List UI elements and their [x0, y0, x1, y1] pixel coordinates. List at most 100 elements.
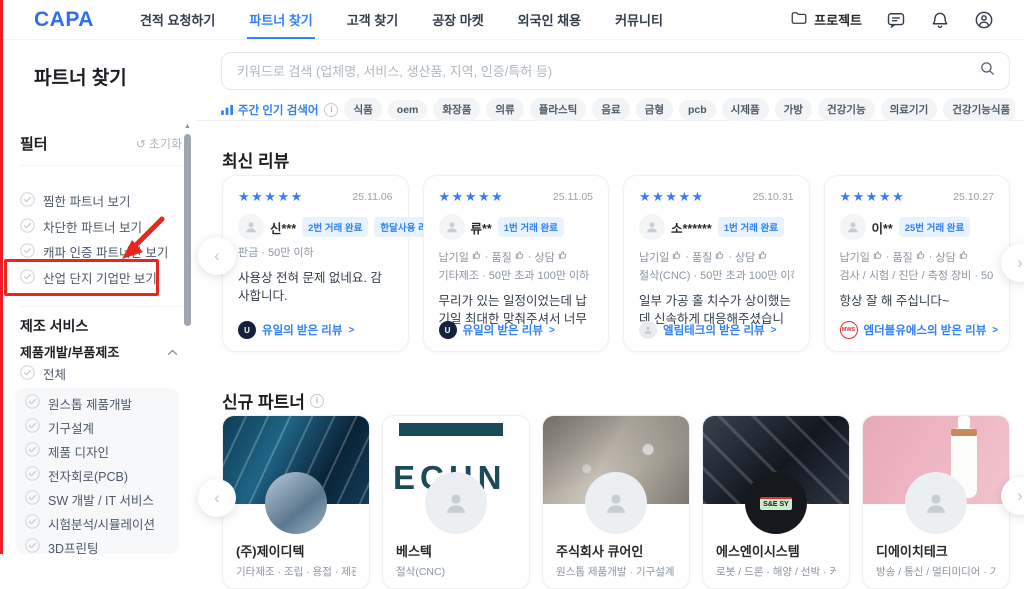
partner-services: 원스톱 제품개발 · 기구설계 · 시험분: [556, 564, 676, 579]
subcategory-item-5[interactable]: 시험분석/시뮬레이션: [25, 511, 179, 535]
filter-reset-button[interactable]: ↺ 초기화: [136, 135, 182, 152]
filter-checkbox-all[interactable]: 전체: [20, 364, 66, 383]
keyword-pill-4[interactable]: 플라스틱: [530, 98, 587, 121]
review-card-2: ★★★★★25.10.31 소******1번 거래 완료납기일 · 품질 · 상…: [623, 175, 810, 352]
scrollbar-up-arrow[interactable]: ▲: [184, 123, 191, 130]
nav-item-0[interactable]: 견적 요청하기: [140, 0, 215, 39]
circle-check-icon: [25, 514, 40, 532]
search-input[interactable]: [235, 63, 979, 80]
notifications-button[interactable]: [930, 10, 950, 30]
review-badge-0: 1번 거래 완료: [498, 217, 564, 237]
chat-icon: [886, 10, 906, 30]
subcategory-item-0[interactable]: 원스톱 제품개발: [25, 391, 179, 415]
partner-card-2[interactable]: 주식회사 큐어인원스톱 제품개발 · 기구설계 · 시험분: [542, 415, 690, 589]
rating-categories: 납기일 · 품질 · 상담: [639, 250, 794, 263]
trending-chart-icon: [221, 104, 234, 115]
reviewer-name: 류**: [471, 218, 492, 237]
annotation-arrow: [110, 214, 170, 268]
partner-link-label: 유일의 받은 리뷰: [262, 322, 342, 338]
messages-button[interactable]: [886, 10, 906, 30]
partner-name: 베스텍: [396, 541, 516, 560]
keyword-pill-5[interactable]: 음료: [592, 98, 629, 121]
partner-name: 에스엔이시스템: [716, 541, 836, 560]
review-card-3: ★★★★★25.10.27이**25번 거래 완료납기일 · 품질 · 상담검사…: [824, 175, 1011, 352]
capa-logo[interactable]: CAPA: [34, 8, 94, 32]
separator: ·: [929, 251, 933, 263]
reviewer-name: 소******: [671, 218, 712, 237]
partner-card-3[interactable]: S&E SY에스엔이시스템로봇 / 드론 · 해양 / 선박 · 커팅 · 기계: [702, 415, 850, 589]
review-meta: 판금 · 50만 이하: [238, 244, 393, 260]
rating-categories: 납기일 · 품질 · 상담: [439, 250, 594, 263]
reviewer-avatar: [439, 214, 465, 240]
nav-item-5[interactable]: 커뮤니티: [615, 0, 663, 39]
partner-review-link[interactable]: U유일의 받은 리뷰>: [238, 321, 354, 339]
topbar-actions: 프로젝트: [790, 9, 994, 30]
circle-check-icon: [20, 243, 35, 261]
rating-categories: 납기일 · 품질 · 상담: [840, 250, 995, 263]
partners-prev-button[interactable]: ‹: [198, 479, 236, 517]
partner-card-1[interactable]: ECHN베스텍절삭(CNC): [382, 415, 530, 589]
separator: ·: [685, 251, 689, 263]
rating-label: 납기일: [439, 249, 469, 265]
nav-item-2[interactable]: 고객 찾기: [347, 0, 398, 39]
subcategory-item-2[interactable]: 제품 디자인: [25, 439, 179, 463]
review-card-header: ★★★★★25.10.31: [639, 189, 794, 205]
keyword-pill-10[interactable]: 건강기능: [818, 98, 875, 121]
projects-button[interactable]: 프로젝트: [790, 9, 862, 30]
filter-label: 찜한 파트너 보기: [43, 191, 130, 210]
separator: ·: [728, 251, 732, 263]
partner-name: 디에이치테크: [876, 541, 996, 560]
partner-avatar: S&E SY: [745, 472, 807, 534]
subcategory-item-1[interactable]: 기구설계: [25, 415, 179, 439]
thumbs-up-icon: [672, 250, 682, 263]
keyword-pill-9[interactable]: 가방: [775, 98, 812, 121]
keyword-pill-2[interactable]: 화장품: [433, 98, 480, 121]
star-rating: ★★★★★: [639, 189, 705, 205]
chevron-right-icon: >: [549, 325, 555, 336]
partner-review-link[interactable]: U유일의 받은 리뷰>: [439, 321, 555, 339]
weekly-keywords-label-group[interactable]: 주간 인기 검색어: [221, 102, 318, 118]
new-partners-title: 신규 파트너 i: [222, 388, 324, 413]
rating-label: 품질: [893, 249, 913, 265]
partner-logo: MWS: [840, 321, 858, 339]
info-icon[interactable]: i: [324, 103, 338, 117]
reviews-prev-button[interactable]: ‹: [198, 237, 236, 275]
rating-label: 납기일: [639, 249, 669, 265]
keyword-pill-3[interactable]: 의류: [486, 98, 523, 121]
subcategory-item-3[interactable]: 전자회로(PCB): [25, 463, 179, 487]
partner-card-4[interactable]: 디에이치테크방송 / 통신 / 멀티미디어 · 기타제조 ·: [862, 415, 1010, 589]
subcategory-group: 원스톱 제품개발기구설계제품 디자인전자회로(PCB) SW 개발 / IT 서비…: [15, 388, 179, 554]
partner-logo-chip: S&E SY: [760, 497, 792, 510]
bell-icon: [930, 10, 950, 30]
partner-logo: [639, 321, 657, 339]
subcategory-label: SW 개발 / IT 서비스: [48, 490, 154, 509]
nav-item-1[interactable]: 파트너 찾기: [249, 0, 312, 39]
category-product-dev-toggle[interactable]: 제품개발/부품제조: [20, 342, 178, 361]
top-navigation-bar: CAPA 견적 요청하기 파트너 찾기 고객 찾기 공장 마켓 외국인 채용 커뮤니티 프…: [0, 0, 1024, 40]
keyword-pill-11[interactable]: 의료기기: [881, 98, 938, 121]
profile-button[interactable]: [974, 10, 994, 30]
keyword-pill-12[interactable]: 건강기능식품: [943, 98, 1015, 121]
keyword-pill-8[interactable]: 시제품: [722, 98, 769, 121]
keyword-pill-7[interactable]: pcb: [679, 100, 716, 120]
filter-checkbox-0[interactable]: 찜한 파트너 보기: [20, 191, 130, 210]
review-text: 사용상 전혀 문제 없네요. 감사합니다.: [238, 269, 393, 305]
sidebar-scrollbar[interactable]: [184, 134, 191, 326]
search-icon[interactable]: [979, 60, 996, 82]
circle-check-icon: [25, 490, 40, 508]
nav-item-3[interactable]: 공장 마켓: [432, 0, 483, 39]
nav-item-4[interactable]: 외국인 채용: [518, 0, 581, 39]
reviewer-row: 소******1번 거래 완료: [639, 214, 794, 240]
partner-review-link[interactable]: MWS엠더블유에스의 받은 리뷰>: [840, 321, 999, 339]
partner-review-link[interactable]: 엘림테크의 받은 리뷰>: [639, 321, 776, 339]
subcategory-item-4[interactable]: SW 개발 / IT 서비스: [25, 487, 179, 511]
info-icon[interactable]: i: [310, 394, 324, 408]
keyword-pill-6[interactable]: 금형: [636, 98, 673, 121]
keyword-pill-1[interactable]: oem: [388, 100, 428, 120]
keyword-pill-0[interactable]: 식품: [344, 98, 381, 121]
partner-card-0[interactable]: (주)제이디텍기타제조 · 조립 · 용접 · 제관 · 절삭: [222, 415, 370, 589]
divider: [20, 306, 182, 307]
partner-link-label: 유일의 받은 리뷰: [463, 322, 543, 338]
review-badge-0: 25번 거래 완료: [899, 217, 971, 237]
subcategory-item-6[interactable]: 3D프린팅: [25, 535, 179, 559]
